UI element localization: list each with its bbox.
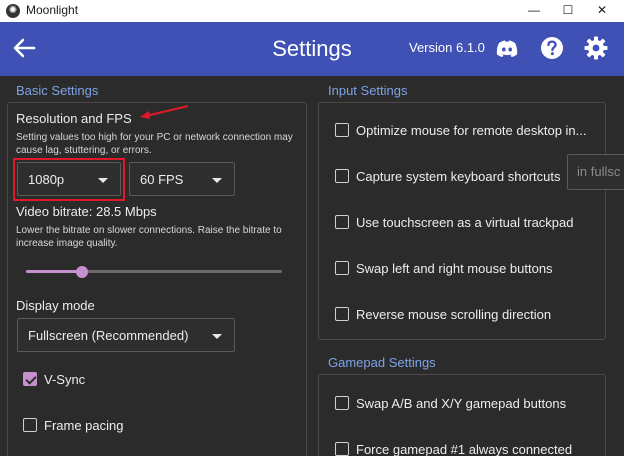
gear-icon[interactable] [582, 34, 610, 62]
bitrate-label: Video bitrate: 28.5 Mbps [16, 204, 157, 219]
basic-settings-title: Basic Settings [16, 83, 99, 98]
chevron-down-icon [212, 334, 222, 339]
moonlight-app-icon: ✺ [6, 4, 20, 18]
settings-content: Basic Settings Resolution and FPS Settin… [0, 76, 624, 456]
vsync-label: V-Sync [44, 372, 86, 387]
display-mode-label: Display mode [16, 298, 95, 313]
window-title-bar: ✺ Moonlight — ☐ ✕ [0, 0, 624, 22]
discord-icon[interactable] [493, 34, 521, 62]
gamepad-settings-title: Gamepad Settings [328, 355, 436, 370]
vsync-checkbox[interactable] [23, 372, 37, 386]
reverse-scrolling-checkbox[interactable] [335, 307, 349, 321]
display-mode-dropdown[interactable]: Fullscreen (Recommended) [17, 318, 235, 352]
shortcut-mode-dropdown[interactable]: in fullsc [567, 154, 624, 190]
swap-ab-xy-checkbox[interactable] [335, 396, 349, 410]
resolution-fps-desc-1: Setting values too high for your PC or n… [16, 132, 293, 143]
version-label: Version 6.1.0 [409, 40, 485, 55]
help-icon[interactable] [538, 34, 566, 62]
capture-shortcuts-label: Capture system keyboard shortcuts [356, 169, 561, 184]
force-gamepad-label: Force gamepad #1 always connected [356, 442, 573, 456]
close-button[interactable]: ✕ [580, 0, 624, 22]
page-title: Settings [272, 36, 352, 61]
fps-value: 60 FPS [140, 172, 184, 187]
frame-pacing-label: Frame pacing [44, 418, 124, 433]
resolution-fps-desc-2: cause lag, stuttering, or errors. [16, 145, 152, 156]
touchscreen-trackpad-checkbox[interactable] [335, 215, 349, 229]
frame-pacing-checkbox[interactable] [23, 418, 37, 432]
force-gamepad-checkbox[interactable] [335, 442, 349, 456]
input-settings-title: Input Settings [328, 83, 408, 98]
capture-shortcuts-checkbox[interactable] [335, 169, 349, 183]
optimize-mouse-checkbox[interactable] [335, 123, 349, 137]
app-header: Settings Version 6.1.0 [0, 22, 624, 76]
fps-dropdown[interactable]: 60 FPS [129, 162, 235, 196]
bitrate-desc-2: increase image quality. [16, 238, 118, 249]
annotation-arrow-icon [140, 105, 189, 119]
bitrate-desc-1: Lower the bitrate on slower connections.… [16, 225, 282, 236]
optimize-mouse-label: Optimize mouse for remote desktop in... [356, 123, 587, 138]
swap-ab-xy-label: Swap A/B and X/Y gamepad buttons [356, 396, 567, 411]
reverse-scrolling-label: Reverse mouse scrolling direction [356, 307, 552, 322]
touchscreen-trackpad-label: Use touchscreen as a virtual trackpad [356, 215, 574, 230]
window-title: Moonlight [26, 3, 79, 17]
display-mode-value: Fullscreen (Recommended) [28, 328, 189, 343]
resolution-fps-title: Resolution and FPS [16, 111, 132, 126]
annotation-highlight-box [13, 158, 125, 201]
swap-mouse-buttons-label: Swap left and right mouse buttons [356, 261, 553, 276]
swap-mouse-buttons-checkbox[interactable] [335, 261, 349, 275]
chevron-down-icon [212, 178, 222, 183]
shortcut-mode-value: in fullsc [577, 164, 621, 179]
bitrate-slider-fill [26, 270, 83, 273]
